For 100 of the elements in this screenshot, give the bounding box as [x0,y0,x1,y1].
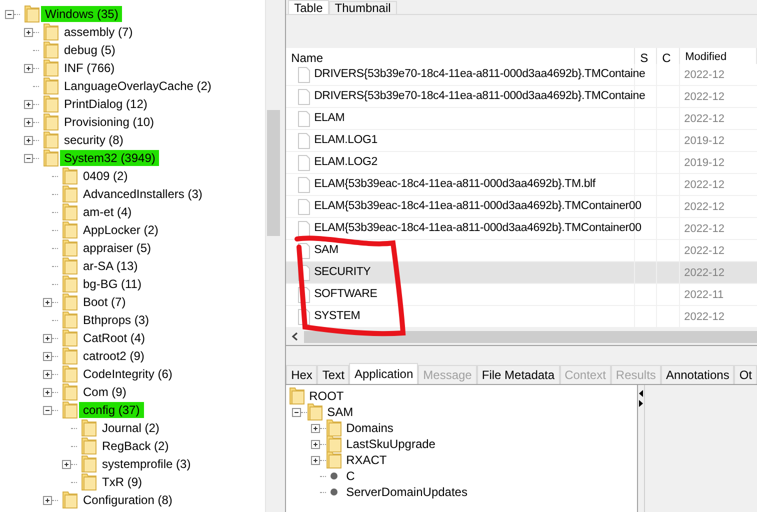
folder-icon [62,365,78,383]
folder-icon [62,347,78,365]
scrollbar-thumb[interactable] [304,330,757,342]
tree-item[interactable]: Domains [346,419,394,437]
tree-item[interactable]: C [346,467,355,485]
expand-icon[interactable] [24,64,33,72]
file-icon [298,88,310,104]
expand-icon[interactable] [43,496,52,504]
expand-icon[interactable] [311,424,320,432]
expand-icon[interactable] [24,100,33,108]
table-row[interactable]: DRIVERS{53b39e70-18c4-11ea-a811-000d3aa4692b}.TMContaine 2022-12 [286,86,757,108]
table-cell-text: SYSTEM [314,308,360,324]
table-row[interactable]: DRIVERS{53b39e70-18c4-11ea-a811-000d3aa4692b}.TMContaine 2022-12 [286,64,757,86]
table-row[interactable]: ELAM{53b39eac-18c4-11ea-a811-000d3aa4692b}.TMContainer00 2022-12 [286,218,757,240]
folder-label[interactable]: CodeIntegrity (6) [79,366,176,382]
tree-item[interactable]: SAM [327,403,354,421]
folder-label[interactable]: Com (9) [79,384,130,400]
folder-label[interactable]: RegBack (2) [98,438,173,454]
table-row[interactable]: SAM 2022-12 [286,240,757,262]
folder-label[interactable]: Bthprops (3) [79,312,154,328]
scrollbar-thumb[interactable] [267,110,280,236]
folder-label[interactable]: Windows (35) [41,6,122,22]
tab[interactable]: Annotations [660,365,734,384]
expand-icon[interactable] [311,440,320,448]
table-row[interactable]: ELAM{53b39eac-18c4-11ea-a811-000d3aa4692b}.TMContainer00 2022-12 [286,196,757,218]
file-icon [298,176,310,192]
folder-label[interactable]: Provisioning (10) [60,114,158,130]
folder-icon [43,113,59,131]
folder-icon [81,455,97,473]
folder-label[interactable]: config (37) [79,402,144,418]
expand-icon[interactable] [24,136,33,144]
expand-icon[interactable] [43,388,52,396]
folder-icon [62,167,78,185]
folder-label[interactable]: Journal (2) [98,420,164,436]
expand-icon[interactable] [311,456,320,464]
scroll-left-icon[interactable] [291,332,300,341]
expand-icon[interactable] [24,28,33,36]
expand-icon[interactable] [62,460,71,468]
tab[interactable]: File Metadata [476,365,560,384]
tab[interactable]: Text [317,365,350,384]
file-icon [298,66,310,82]
collapse-icon[interactable] [292,408,302,416]
tree-item[interactable]: RXACT [346,451,387,469]
table-cell-text: ELAM.LOG2 [314,154,378,170]
expand-icon[interactable] [43,370,52,378]
folder-label[interactable]: PrintDialog (12) [60,96,152,112]
table-cell-text: ELAM{53b39eac-18c4-11ea-a811-000d3aa4692b}.TMContainer00 [314,198,642,214]
tree-item[interactable]: ServerDomainUpdates [346,483,468,501]
table-row[interactable]: ELAM 2022-12 [286,108,757,130]
folder-icon [307,403,324,421]
tab[interactable]: Hex [286,365,318,384]
tab[interactable]: Table [288,0,329,14]
folder-label[interactable]: Boot (7) [79,294,130,310]
tree-item[interactable]: LastSkuUpgrade [346,435,436,453]
folder-label[interactable]: systemprofile (3) [98,456,195,472]
folder-icon [62,401,78,419]
folder-icon [62,329,78,347]
folder-label[interactable]: security (8) [60,132,128,148]
table-row[interactable]: SOFTWARE 2022-11 [286,284,757,306]
folder-label[interactable]: System32 (3949) [60,150,160,166]
folder-label[interactable]: am-et (4) [79,204,136,220]
tab[interactable]: Application [349,363,418,384]
collapse-icon[interactable] [5,10,14,18]
tab[interactable]: Thumbnail [328,1,397,14]
tree-item[interactable]: ROOT [309,387,344,405]
folder-label[interactable]: assembly (7) [60,24,137,40]
folder-icon [62,311,78,329]
table-cell: 2019-12 [684,135,724,148]
folder-icon [43,95,59,113]
table-row[interactable]: ELAM{53b39eac-18c4-11ea-a811-000d3aa4692b}.TM.blf 2022-12 [286,174,757,196]
table-cell: 2022-12 [684,267,724,280]
expand-icon[interactable] [24,118,33,126]
folder-label[interactable]: TxR (9) [98,474,146,490]
tab[interactable]: Ot [734,365,757,384]
folder-label[interactable]: CatRoot (4) [79,330,150,346]
folder-label[interactable]: bg-BG (11) [79,276,146,292]
collapse-icon[interactable] [43,406,52,414]
folder-label[interactable]: AppLocker (2) [79,222,162,238]
horizontal-scrollbar[interactable] [286,328,757,345]
folder-label[interactable]: INF (766) [60,60,119,76]
scrollbar[interactable] [265,0,280,512]
table-row[interactable]: SYSTEM 2022-12 [286,306,757,328]
folder-label[interactable]: AdvancedInstallers (3) [79,186,206,202]
folder-icon [62,275,78,293]
folder-label[interactable]: 0409 (2) [79,168,132,184]
folder-label[interactable]: LanguageOverlayCache (2) [60,78,216,94]
folder-label[interactable]: catroot2 (9) [79,348,148,364]
table-row[interactable]: ELAM.LOG1 2019-12 [286,130,757,152]
expand-icon[interactable] [43,352,52,360]
expand-icon[interactable] [43,298,52,306]
folder-label[interactable]: Configuration (8) [79,492,176,508]
folder-label[interactable]: appraiser (5) [79,240,156,256]
table-cell-text: ELAM{53b39eac-18c4-11ea-a811-000d3aa4692b}.TM.blf [314,176,596,192]
folder-label[interactable]: debug (5) [60,42,120,58]
table-row[interactable]: SECURITY 2022-12 [286,262,757,284]
collapse-icon[interactable] [24,154,33,162]
expand-icon[interactable] [43,334,52,342]
table-row[interactable]: ELAM.LOG2 2019-12 [286,152,757,174]
folder-label[interactable]: ar-SA (13) [79,258,142,274]
folder-icon [62,383,78,401]
